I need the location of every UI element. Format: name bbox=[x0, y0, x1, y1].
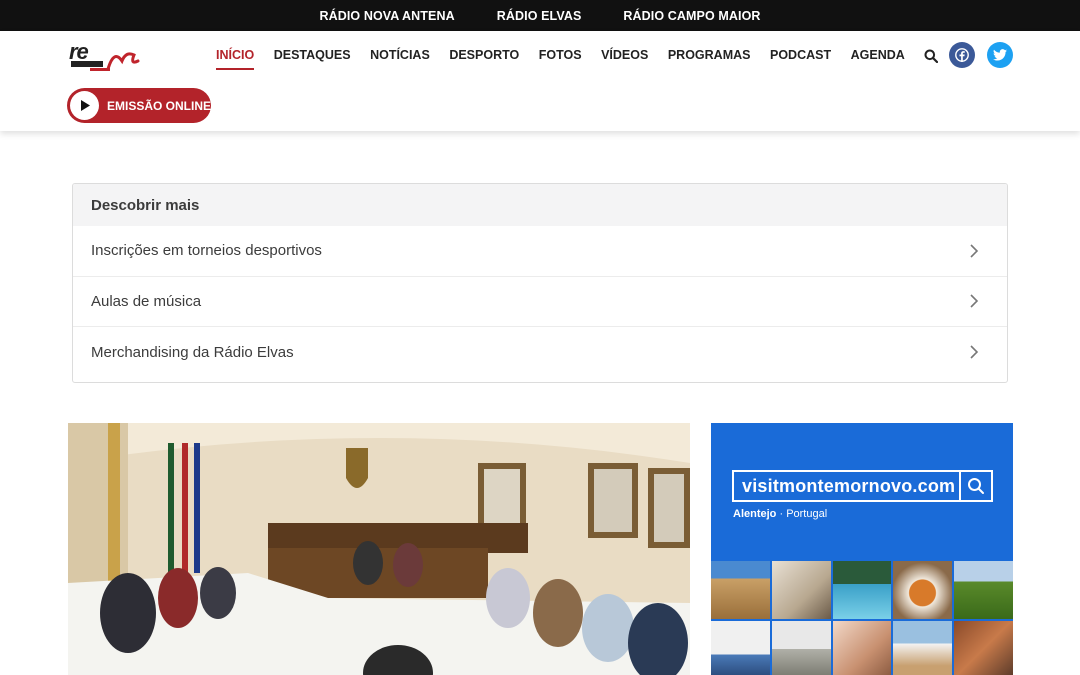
discover-item-label: Inscrições em torneios desportivos bbox=[91, 242, 322, 260]
discover-item-merchandising[interactable]: Merchandising da Rádio Elvas bbox=[73, 327, 1007, 378]
ad-photo-grid bbox=[711, 561, 1013, 675]
ad-region: Alentejo bbox=[733, 508, 777, 520]
nav-item-videos[interactable]: VÍDEOS bbox=[601, 48, 648, 70]
ad-tile-pottery bbox=[954, 621, 1013, 675]
advertisement-banner[interactable]: visitmontemornovo.com Alentejo · Portuga… bbox=[711, 423, 1013, 675]
ad-tile-food bbox=[893, 561, 953, 619]
play-icon bbox=[70, 91, 99, 120]
topbar-link-radio-nova-antena[interactable]: RÁDIO NOVA ANTENA bbox=[319, 9, 454, 23]
ad-tile-pool bbox=[832, 561, 892, 619]
ad-tile-chapel bbox=[893, 621, 953, 675]
nav-item-desporto[interactable]: DESPORTO bbox=[449, 48, 519, 70]
ad-tile-house bbox=[711, 621, 770, 675]
main-nav: INÍCIO DESTAQUES NOTÍCIAS DESPORTO FOTOS… bbox=[216, 44, 939, 70]
online-stream-label: EMISSÃO ONLINE bbox=[107, 98, 212, 113]
ad-tile-spa bbox=[832, 621, 892, 675]
ad-country: · Portugal bbox=[779, 508, 828, 520]
nav-item-noticias[interactable]: NOTÍCIAS bbox=[370, 48, 430, 70]
ad-subtitle: Alentejo · Portugal bbox=[733, 508, 827, 520]
ad-tile-castle bbox=[711, 561, 770, 619]
online-stream-button[interactable]: EMISSÃO ONLINE bbox=[67, 88, 211, 123]
discover-item-label: Merchandising da Rádio Elvas bbox=[91, 343, 294, 361]
svg-text:re: re bbox=[69, 39, 89, 64]
search-icon[interactable] bbox=[924, 49, 939, 63]
ad-search-box: visitmontemornovo.com bbox=[732, 470, 993, 502]
topbar-link-radio-elvas[interactable]: RÁDIO ELVAS bbox=[497, 9, 582, 23]
discover-item-label: Aulas de música bbox=[91, 292, 202, 310]
search-icon bbox=[959, 472, 991, 500]
top-network-bar: RÁDIO NOVA ANTENA RÁDIO ELVAS RÁDIO CAMP… bbox=[0, 0, 1080, 31]
ad-tile-bedroom bbox=[771, 561, 831, 619]
nav-item-fotos[interactable]: FOTOS bbox=[539, 48, 582, 70]
site-header: re INÍCIO DESTAQUES NOTÍCIAS DESPORTO FO… bbox=[0, 31, 1080, 131]
topbar-link-radio-campo-maior[interactable]: RÁDIO CAMPO MAIOR bbox=[623, 9, 760, 23]
discover-more-panel: Descobrir mais Inscrições em torneios de… bbox=[72, 183, 1008, 383]
nav-item-agenda[interactable]: AGENDA bbox=[851, 48, 905, 70]
nav-item-inicio[interactable]: INÍCIO bbox=[216, 48, 255, 70]
ad-tile-courtyard bbox=[771, 621, 831, 675]
ad-url: visitmontemornovo.com bbox=[742, 475, 956, 496]
chevron-right-icon bbox=[970, 244, 979, 258]
nav-item-podcast[interactable]: PODCAST bbox=[770, 48, 831, 70]
chevron-right-icon bbox=[970, 345, 979, 359]
facebook-icon[interactable] bbox=[949, 42, 975, 68]
chevron-right-icon bbox=[970, 294, 979, 308]
twitter-icon[interactable] bbox=[987, 42, 1013, 68]
site-logo[interactable]: re bbox=[68, 39, 140, 73]
ad-tile-vineyard bbox=[954, 561, 1013, 619]
nav-item-destaques[interactable]: DESTAQUES bbox=[274, 48, 351, 70]
nav-item-programas[interactable]: PROGRAMAS bbox=[668, 48, 751, 70]
discover-item-torneios[interactable]: Inscrições em torneios desportivos bbox=[73, 226, 1007, 277]
discover-more-title: Descobrir mais bbox=[73, 184, 1007, 226]
featured-news-photo[interactable] bbox=[68, 423, 690, 675]
discover-item-musica[interactable]: Aulas de música bbox=[73, 277, 1007, 327]
